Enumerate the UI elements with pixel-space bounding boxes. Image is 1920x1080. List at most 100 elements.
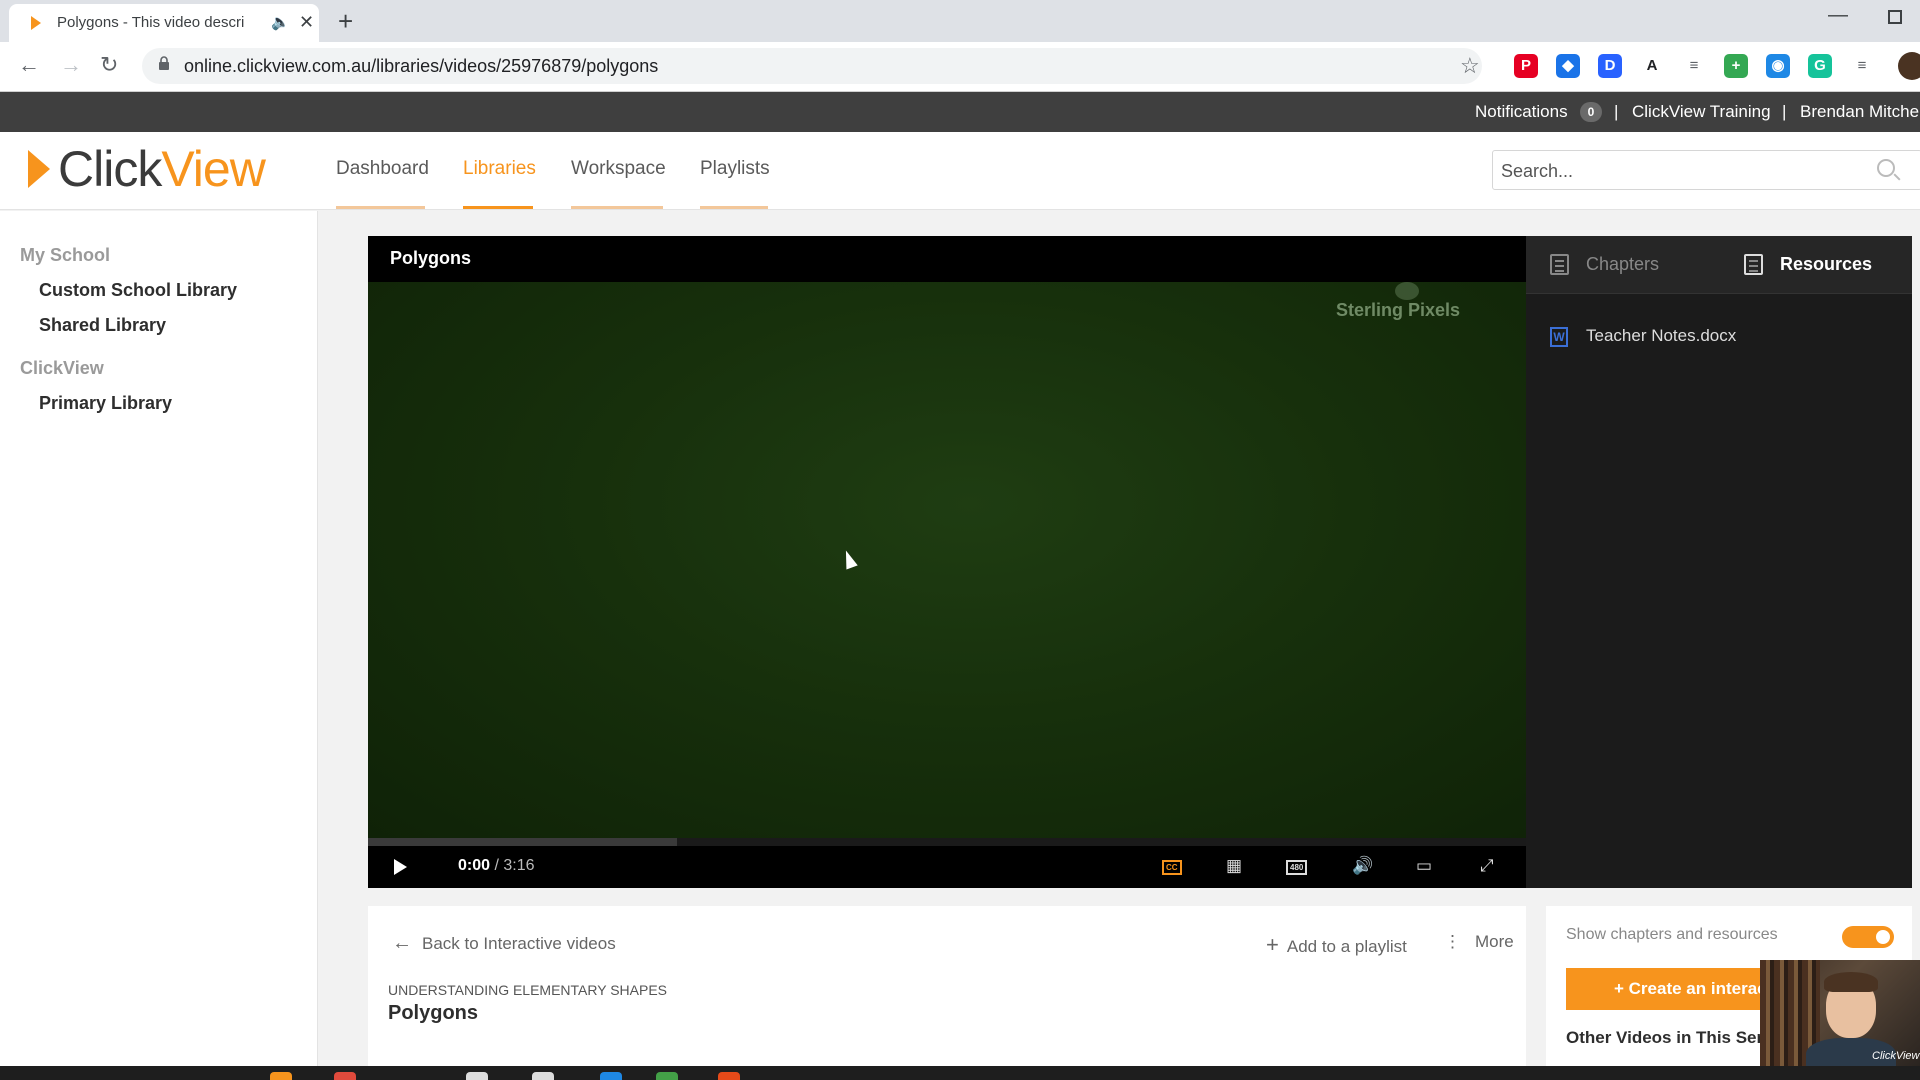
show-chapters-toggle[interactable] [1842, 926, 1894, 948]
sidebar-heading-my-school[interactable]: My School [20, 245, 110, 266]
closed-captions-icon[interactable]: CC [1162, 860, 1182, 875]
sidebar-item-shared-library[interactable]: Shared Library [39, 315, 166, 336]
sidebar-item-primary-library[interactable]: Primary Library [39, 393, 172, 414]
kebab-menu-icon: ⋮ [1444, 932, 1461, 951]
url-text: online.clickview.com.au/libraries/videos… [184, 56, 659, 76]
speaker-icon[interactable]: 🔈 [271, 13, 290, 31]
back-arrow-icon: ← [392, 932, 412, 954]
resource-item[interactable]: W Teacher Notes.docx [1550, 326, 1736, 347]
forward-arrow-icon[interactable]: → [60, 52, 82, 78]
clickview-favicon-icon [31, 16, 41, 30]
bookmark-star-icon[interactable]: ☆ [1460, 53, 1480, 79]
volume-icon[interactable]: 🔊 [1352, 856, 1373, 876]
video-frame[interactable]: Sterling Pixels [368, 282, 1526, 838]
add-to-playlist-button[interactable]: + Add to a playlist [1266, 932, 1407, 958]
search-icon[interactable] [1877, 159, 1895, 177]
watermark-logo-icon [1395, 282, 1419, 300]
other-videos-heading: Other Videos in This Series [1566, 1028, 1787, 1047]
training-link[interactable]: ClickView Training [1632, 102, 1771, 122]
panel-tabs: Chapters Resources [1526, 236, 1912, 294]
series-name: UNDERSTANDING ELEMENTARY SHAPES [388, 982, 668, 998]
fullscreen-icon[interactable]: ⤢ [1480, 856, 1494, 876]
tab-resources[interactable]: Resources [1780, 254, 1872, 275]
video-player: Polygons Sterling Pixels 0:00 / 3:16 CC … [368, 236, 1526, 888]
clickview-logo[interactable]: ClickView [58, 140, 266, 198]
nav-libraries-underline [463, 206, 533, 209]
quality-icon[interactable]: 480 [1286, 860, 1308, 875]
site-header: ClickView Dashboard Libraries Workspace … [0, 132, 1920, 210]
video-title: Polygons [388, 1002, 479, 1024]
taskbar-app-6-icon[interactable] [718, 1072, 740, 1080]
grammarly-icon[interactable]: G [1808, 54, 1832, 78]
nav-playlists-underline [700, 206, 768, 209]
close-tab-icon[interactable]: ✕ [299, 12, 314, 33]
mouse-cursor-icon [840, 548, 858, 570]
video-info: ← Back to Interactive videos + Add to a pl… [368, 906, 1526, 1066]
word-document-icon: W [1550, 326, 1568, 347]
taskbar-app-3-icon[interactable] [532, 1072, 554, 1080]
dictionary-icon[interactable]: D [1598, 54, 1622, 78]
tab-chapters[interactable]: Chapters [1586, 254, 1659, 275]
browser-tab[interactable]: Polygons - This video descri 🔈 ✕ [9, 4, 319, 42]
reader-icon[interactable]: ≡ [1682, 54, 1706, 78]
player-title: Polygons [390, 248, 472, 268]
notifications-count-badge: 0 [1580, 102, 1602, 122]
player-controls: 0:00 / 3:16 CC ▦ 480 🔊 ▭ ⤢ [368, 846, 1526, 888]
nav-dashboard[interactable]: Dashboard [336, 158, 429, 180]
clickview-topbar: Notifications 0 | ClickView Training | B… [0, 92, 1920, 132]
back-to-interactive-videos-link[interactable]: ← Back to Interactive videos [392, 932, 616, 955]
webcam-overlay: ClickView [1760, 960, 1920, 1066]
window-minimize-icon[interactable]: — [1828, 4, 1848, 27]
globe-extension-icon[interactable]: ◉ [1766, 54, 1790, 78]
extension-blue-icon[interactable]: ◆ [1556, 54, 1580, 78]
window-restore-icon[interactable] [1888, 10, 1902, 24]
os-taskbar [0, 1066, 1920, 1080]
browser-tab-title: Polygons - This video descri [57, 14, 245, 31]
play-icon[interactable] [394, 859, 407, 875]
taskbar-app-2-icon[interactable] [466, 1072, 488, 1080]
new-tab-icon[interactable]: + [338, 6, 353, 37]
clickview-logo-icon[interactable] [28, 150, 50, 188]
video-watermark: Sterling Pixels [1336, 300, 1461, 320]
nav-dashboard-underline [336, 206, 425, 209]
chapters-control-icon[interactable]: ▦ [1226, 856, 1242, 876]
address-bar[interactable]: online.clickview.com.au/libraries/videos… [142, 48, 1482, 84]
nav-workspace-underline [571, 206, 663, 209]
user-menu[interactable]: Brendan Mitchell [1800, 102, 1920, 122]
time-display: 0:00 / 3:16 [458, 857, 535, 874]
sidebar-heading-clickview[interactable]: ClickView [20, 358, 104, 379]
presenter-hair [1824, 972, 1878, 992]
topbar-separator-2: | [1782, 102, 1787, 121]
taskbar-app-5-icon[interactable] [656, 1072, 678, 1080]
taskbar-app-4-icon[interactable] [600, 1072, 622, 1080]
reload-icon[interactable]: ↻ [100, 52, 118, 78]
library-sidebar: My School Custom School Library Shared L… [0, 211, 318, 1066]
chapters-list-icon [1550, 254, 1569, 275]
font-icon[interactable]: A [1640, 54, 1664, 78]
chapters-resources-panel: Chapters Resources W Teacher Notes.docx [1526, 236, 1912, 888]
resources-doc-icon [1744, 254, 1763, 275]
taskbar-app-icon[interactable] [270, 1072, 292, 1080]
sidebar-item-custom-school-library[interactable]: Custom School Library [39, 280, 237, 301]
resource-name: Teacher Notes.docx [1586, 326, 1737, 345]
video-buffer-fill [368, 838, 678, 846]
profile-avatar[interactable] [1898, 52, 1920, 80]
search-input[interactable]: Search... [1492, 150, 1920, 190]
nav-workspace[interactable]: Workspace [571, 158, 666, 180]
video-progress-bar[interactable] [368, 838, 1526, 846]
more-button[interactable]: ⋮ More [1444, 932, 1514, 952]
notifications-link[interactable]: Notifications [1475, 102, 1568, 122]
media-queue-icon[interactable]: ≡ [1850, 54, 1874, 78]
pinterest-icon[interactable]: P [1514, 54, 1538, 78]
lock-icon [159, 56, 169, 70]
taskbar-chrome-icon[interactable] [334, 1072, 356, 1080]
webcam-watermark: ClickView [1872, 1050, 1920, 1062]
plus-extension-icon[interactable]: + [1724, 54, 1748, 78]
back-arrow-icon[interactable]: ← [18, 52, 40, 78]
search-placeholder: Search... [1501, 161, 1574, 181]
theatre-mode-icon[interactable]: ▭ [1416, 856, 1432, 876]
topbar-separator: | [1614, 102, 1619, 121]
nav-playlists[interactable]: Playlists [700, 158, 770, 180]
nav-libraries[interactable]: Libraries [463, 158, 536, 180]
plus-icon: + [1266, 932, 1279, 957]
